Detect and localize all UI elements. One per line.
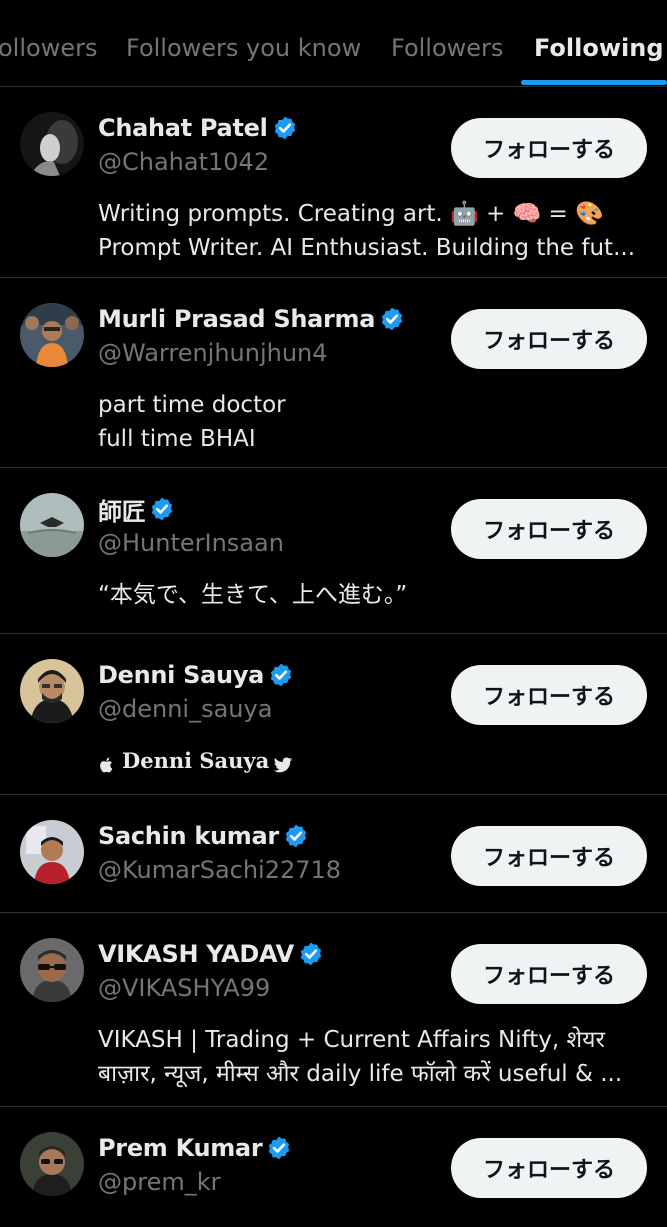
user-bio: “本気で、生きて、上へ進む。” (98, 578, 643, 612)
avatar[interactable] (20, 493, 84, 557)
user-handle: @KumarSachi22718 (98, 856, 342, 884)
user-handle: @Warrenjhunjhun4 (98, 339, 328, 367)
user-cell[interactable]: Murli Prasad Sharma @Warrenjhunjhun4 フォロ… (0, 278, 667, 468)
user-name[interactable]: Murli Prasad Sharma (98, 305, 375, 333)
user-bio: VIKASH | Trading + Current Affairs Nifty… (98, 1023, 643, 1091)
user-name[interactable]: Denni Sauya (98, 661, 264, 689)
user-cell[interactable]: 師匠 @HunterInsaan フォローする “本気で、生きて、上へ進む。” (0, 468, 667, 634)
user-bio: part time doctor full time BHAI (98, 388, 643, 456)
user-bio: Writing prompts. Creating art. 🤖 + 🧠 = 🎨… (98, 197, 643, 265)
avatar[interactable] (20, 820, 84, 884)
follow-button[interactable]: フォローする (451, 1138, 647, 1198)
user-name[interactable]: VIKASH YADAV (98, 940, 294, 968)
bio-line: “本気で、生きて、上へ進む。” (98, 582, 408, 608)
verified-badge-icon (298, 941, 324, 967)
verified-badge-icon (283, 823, 309, 849)
user-handle: @HunterInsaan (98, 529, 284, 557)
tab-followers-you-know[interactable]: Followers you know (126, 30, 361, 66)
bird-icon (271, 751, 295, 773)
user-name[interactable]: 師匠 (98, 492, 146, 527)
user-cell[interactable]: Prem Kumar @prem_kr フォローする (0, 1107, 667, 1227)
follow-button[interactable]: フォローする (451, 944, 647, 1004)
verified-badge-icon (272, 115, 298, 141)
apple-icon (98, 751, 116, 773)
avatar[interactable] (20, 303, 84, 367)
verified-badge-icon (266, 1135, 292, 1161)
user-handle: @VIKASHYA99 (98, 974, 271, 1002)
user-handle: @prem_kr (98, 1168, 221, 1196)
follow-button[interactable]: フォローする (451, 309, 647, 369)
user-handle: @Chahat1042 (98, 148, 270, 176)
follow-button[interactable]: フォローする (451, 665, 647, 725)
follow-button[interactable]: フォローする (451, 499, 647, 559)
verified-badge-icon (379, 306, 405, 332)
verified-badge-icon (268, 662, 294, 688)
user-cell[interactable]: Chahat Patel @Chahat1042 フォローする Writing … (0, 87, 667, 278)
avatar[interactable] (20, 659, 84, 723)
user-name[interactable]: Chahat Patel (98, 114, 268, 142)
user-bio: Denni Sauya (98, 744, 643, 778)
verified-badge-icon (149, 496, 175, 522)
tab-followers[interactable]: Followers (391, 30, 503, 66)
user-cell[interactable]: Denni Sauya @denni_sauya フォローする Denni Sa… (0, 634, 667, 795)
tab-following[interactable]: Following (534, 30, 664, 66)
bio-line: Denni Sauya (122, 748, 270, 773)
active-tab-indicator (521, 80, 667, 85)
user-cell[interactable]: VIKASH YADAV @VIKASHYA99 フォローする VIKASH |… (0, 913, 667, 1107)
bio-line: full time BHAI (98, 426, 256, 452)
user-name[interactable]: Sachin kumar (98, 822, 279, 850)
bio-line: VIKASH | Trading + Current Affairs Nifty… (98, 1027, 605, 1053)
follow-button[interactable]: フォローする (451, 118, 647, 178)
bio-line: Writing prompts. Creating art. 🤖 + 🧠 = 🎨 (98, 201, 604, 227)
bio-line: बाज़ार, न्यूज, मीम्स और daily life फॉलो … (98, 1061, 623, 1087)
user-handle: @denni_sauya (98, 695, 273, 723)
user-cell[interactable]: Sachin kumar @KumarSachi22718 フォローする (0, 795, 667, 913)
avatar[interactable] (20, 938, 84, 1002)
avatar[interactable] (20, 112, 84, 176)
user-name[interactable]: Prem Kumar (98, 1134, 263, 1162)
follow-button[interactable]: フォローする (451, 826, 647, 886)
avatar[interactable] (20, 1132, 84, 1196)
bio-line: part time doctor (98, 392, 286, 418)
tab-bar: ollowers Followers you know Followers Fo… (0, 0, 667, 87)
tab-followers-verified[interactable]: ollowers (0, 30, 97, 66)
bio-line: Prompt Writer. AI Enthusiast. Building t… (98, 235, 636, 261)
